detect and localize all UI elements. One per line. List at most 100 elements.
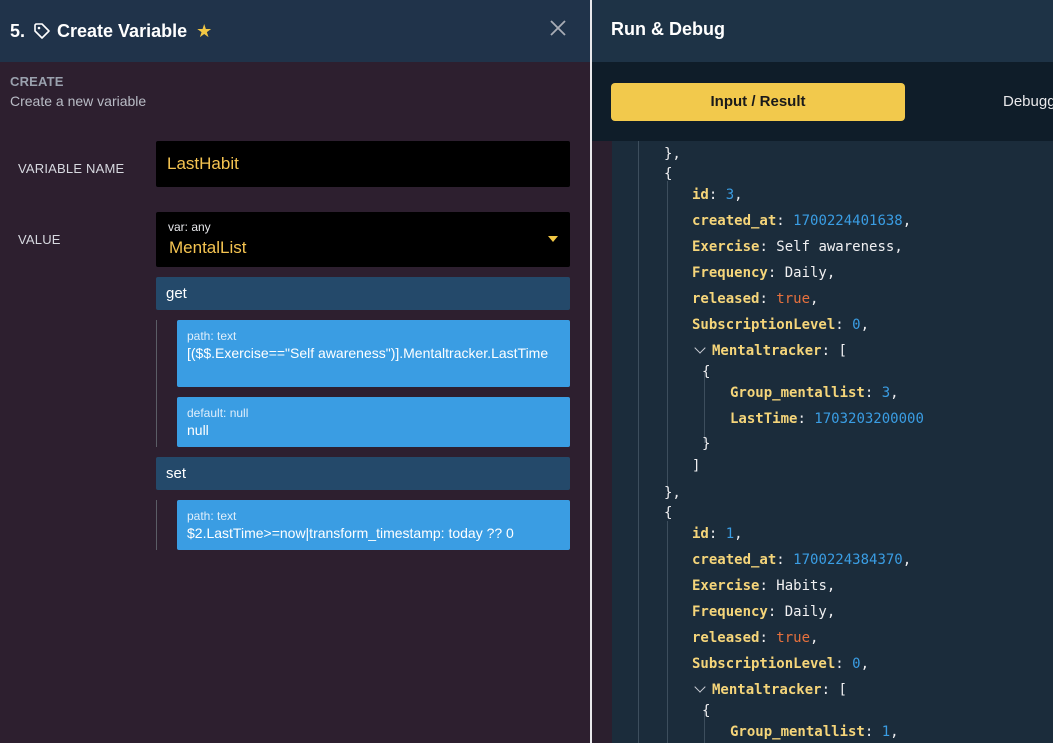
dropdown-caret-icon[interactable]: [548, 236, 558, 242]
json-key: created_at: [692, 552, 777, 568]
collapse-chevron-icon[interactable]: [694, 342, 706, 354]
code-line: released: true,: [692, 291, 819, 307]
get-default-type: default: null: [187, 406, 249, 420]
get-path-param[interactable]: path: text [($$.Exercise=="Self awarenes…: [177, 320, 570, 387]
indent-guide: [704, 373, 705, 443]
json-key: Frequency: [692, 265, 768, 281]
run-debug-header: Run & Debug: [592, 0, 1053, 62]
code-line: SubscriptionLevel: 0,: [692, 656, 870, 672]
code-line: Group_mentallist: 1,: [730, 724, 899, 740]
json-key: Group_mentallist: [730, 724, 865, 740]
collapse-chevron-icon[interactable]: [694, 681, 706, 693]
tabs-bar: Input / Result Debugger: [592, 62, 1053, 141]
json-number: 1: [725, 526, 735, 542]
indent-guide: [667, 181, 668, 491]
json-number: 1700224384370: [793, 552, 903, 568]
indent-guide: [638, 141, 639, 743]
json-string: Daily: [784, 265, 827, 281]
get-default-param[interactable]: default: null null: [177, 397, 570, 447]
json-key: SubscriptionLevel: [692, 317, 836, 333]
json-number: 3: [881, 385, 891, 401]
code-line: created_at: 1700224384370,: [692, 552, 912, 568]
json-bracket: [: [838, 682, 847, 698]
value-selected: MentalList: [169, 238, 247, 257]
indent-guide: [667, 521, 668, 743]
json-number: 1: [881, 724, 891, 740]
code-gutter: [592, 141, 612, 743]
value-type-label: var: any: [168, 220, 211, 234]
star-icon[interactable]: ★: [196, 22, 212, 40]
json-boolean: true: [776, 630, 811, 646]
code-line: {: [664, 505, 673, 521]
code-line: Frequency: Daily,: [692, 265, 836, 281]
json-key: LastTime: [730, 411, 798, 427]
code-line: {: [702, 364, 711, 380]
code-line: Group_mentallist: 3,: [730, 385, 899, 401]
json-key: released: [692, 630, 760, 646]
code-line: Exercise: Self awareness,: [692, 239, 903, 255]
json-key: Frequency: [692, 604, 768, 620]
set-path-param[interactable]: path: text $2.LastTime>=now|transform_ti…: [177, 500, 570, 550]
json-key: Exercise: [692, 578, 760, 594]
section-label: CREATE: [10, 74, 64, 89]
json-string: Habits: [776, 578, 827, 594]
code-line: },: [664, 146, 681, 162]
value-label: VALUE: [18, 232, 61, 247]
create-variable-panel: 5. Create Variable ★ CREATE Create a new…: [0, 0, 590, 743]
section-subtitle: Create a new variable: [10, 93, 147, 109]
code-line[interactable]: Mentaltracker: [: [694, 681, 847, 699]
json-key: Exercise: [692, 239, 760, 255]
set-path-type: path: text: [187, 509, 237, 523]
json-number: 0: [852, 656, 861, 672]
json-key: id: [692, 187, 709, 203]
json-number: 0: [852, 317, 861, 333]
json-number: 1700224401638: [793, 213, 903, 229]
tab-debugger[interactable]: Debugger: [1003, 93, 1053, 110]
code-line: SubscriptionLevel: 0,: [692, 317, 870, 333]
json-key: Mentaltracker: [712, 343, 822, 359]
set-filter-bar[interactable]: set: [156, 457, 570, 490]
json-number: 1703203200000: [814, 411, 924, 427]
json-boolean: true: [776, 291, 811, 307]
json-key: released: [692, 291, 760, 307]
code-line: id: 1,: [692, 526, 743, 542]
json-key: Group_mentallist: [730, 385, 865, 401]
variable-name-input[interactable]: LastHabit: [156, 141, 570, 187]
json-key: SubscriptionLevel: [692, 656, 836, 672]
code-line: ]: [692, 458, 701, 474]
code-line[interactable]: Mentaltracker: [: [694, 342, 847, 360]
get-path-type: path: text: [187, 329, 237, 343]
code-line: id: 3,: [692, 187, 743, 203]
set-path-value: $2.LastTime>=now|transform_timestamp: to…: [187, 525, 514, 541]
json-key: created_at: [692, 213, 777, 229]
variable-name-label: VARIABLE NAME: [18, 161, 125, 176]
code-line: {: [664, 166, 673, 182]
code-line: Exercise: Habits,: [692, 578, 836, 594]
get-rail: [156, 320, 157, 447]
value-select[interactable]: var: any MentalList: [156, 212, 570, 267]
code-line: LastTime: 1703203200000: [730, 411, 924, 427]
json-string: Daily: [784, 604, 827, 620]
json-key: Mentaltracker: [712, 682, 822, 698]
result-json-viewer: }, { id: 3, created_at: 1700224401638, E…: [592, 141, 1053, 743]
run-debug-title: Run & Debug: [611, 19, 725, 39]
run-debug-panel: Run & Debug Input / Result Debugger }, {…: [592, 0, 1053, 743]
panel-header: 5. Create Variable ★: [0, 0, 590, 62]
tab-input-result[interactable]: Input / Result: [611, 83, 905, 121]
json-bracket: [: [838, 343, 847, 359]
json-key: id: [692, 526, 709, 542]
step-number: 5.: [10, 20, 26, 41]
set-rail: [156, 500, 157, 550]
code-line: {: [702, 703, 711, 719]
panel-title: Create Variable: [57, 20, 188, 41]
code-line: released: true,: [692, 630, 819, 646]
get-filter-bar[interactable]: get: [156, 277, 570, 310]
json-number: 3: [725, 187, 735, 203]
code-line: created_at: 1700224401638,: [692, 213, 912, 229]
code-line: }: [702, 436, 711, 452]
json-string: Self awareness: [776, 239, 895, 255]
tag-icon: [33, 22, 51, 40]
get-default-value: null: [187, 422, 209, 438]
close-icon[interactable]: [548, 18, 568, 38]
code-line: },: [664, 485, 681, 501]
